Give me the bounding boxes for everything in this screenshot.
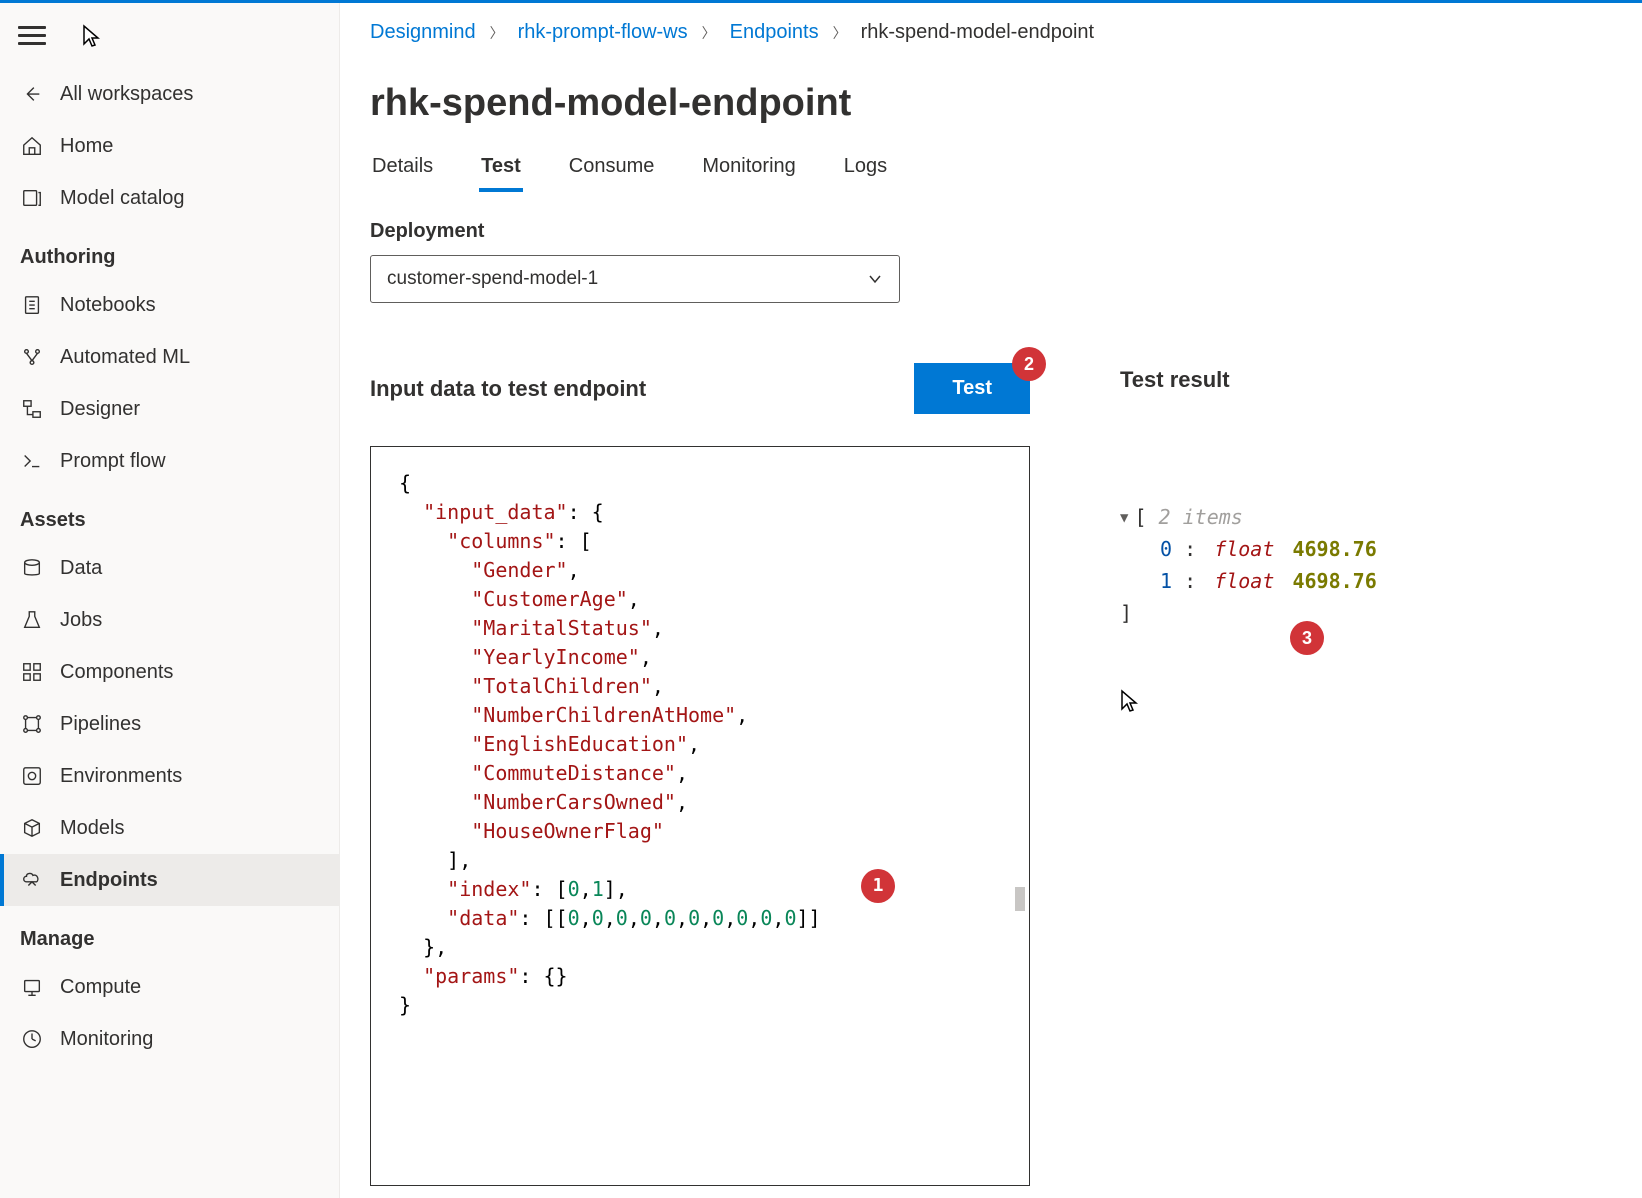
sidebar-jobs[interactable]: Jobs [0, 594, 339, 646]
cursor-icon [82, 24, 100, 48]
environments-icon [20, 764, 44, 788]
result-tree: ▼[ 2 items 0 : float 4698.76 1 : float 4… [1120, 501, 1642, 629]
chevron-down-icon [867, 271, 883, 287]
label: Components [60, 661, 173, 684]
sidebar-designer[interactable]: Designer [0, 383, 339, 435]
sidebar-prompt-flow[interactable]: Prompt flow [0, 435, 339, 487]
tabs: Details Test Consume Monitoring Logs [370, 147, 1642, 192]
sidebar-models[interactable]: Models [0, 802, 339, 854]
breadcrumb-link[interactable]: Designmind [370, 21, 476, 44]
sidebar-pipelines[interactable]: Pipelines [0, 698, 339, 750]
notebook-icon [20, 293, 44, 317]
label: Compute [60, 976, 141, 999]
hamburger-menu-icon[interactable] [18, 21, 46, 50]
breadcrumb-link[interactable]: rhk-prompt-flow-ws [518, 21, 688, 44]
sidebar-notebooks[interactable]: Notebooks [0, 279, 339, 331]
sidebar-components[interactable]: Components [0, 646, 339, 698]
deployment-select[interactable]: customer-spend-model-1 [370, 255, 900, 303]
sidebar-compute[interactable]: Compute [0, 961, 339, 1013]
sidebar-section-authoring: Authoring [0, 224, 339, 279]
label: Prompt flow [60, 450, 166, 473]
cursor-icon [1120, 689, 1138, 713]
sidebar-automated-ml[interactable]: Automated ML [0, 331, 339, 383]
breadcrumb: Designmind 〉 rhk-prompt-flow-ws 〉 Endpoi… [370, 3, 1642, 54]
catalog-icon [20, 186, 44, 210]
tab-test[interactable]: Test [479, 147, 523, 192]
annotation-badge-2: 2 [1012, 347, 1046, 381]
sidebar-section-manage: Manage [0, 906, 339, 961]
home-icon [20, 134, 44, 158]
caret-down-icon[interactable]: ▼ [1120, 510, 1128, 526]
sidebar-section-assets: Assets [0, 487, 339, 542]
back-arrow-icon [20, 82, 44, 106]
monitoring-icon [20, 1027, 44, 1051]
components-icon [20, 660, 44, 684]
sidebar-endpoints[interactable]: Endpoints [0, 854, 339, 906]
label: Notebooks [60, 294, 156, 317]
sidebar-environments[interactable]: Environments [0, 750, 339, 802]
models-icon [20, 816, 44, 840]
chevron-right-icon: 〉 [702, 23, 716, 43]
breadcrumb-current: rhk-spend-model-endpoint [861, 21, 1094, 44]
label: Automated ML [60, 346, 190, 369]
label: Designer [60, 398, 140, 421]
label: Model catalog [60, 187, 185, 210]
sidebar-data[interactable]: Data [0, 542, 339, 594]
sidebar-model-catalog[interactable]: Model catalog [0, 172, 339, 224]
tab-monitoring[interactable]: Monitoring [700, 147, 797, 192]
data-icon [20, 556, 44, 580]
label: Models [60, 817, 124, 840]
label: Environments [60, 765, 182, 788]
chevron-right-icon: 〉 [833, 23, 847, 43]
chevron-right-icon: 〉 [490, 23, 504, 43]
designer-icon [20, 397, 44, 421]
prompt-flow-icon [20, 449, 44, 473]
label: Monitoring [60, 1028, 153, 1051]
pipelines-icon [20, 712, 44, 736]
label: Home [60, 135, 113, 158]
result-item: 1 : float 4698.76 [1120, 565, 1642, 597]
label: Endpoints [60, 869, 158, 892]
endpoints-icon [20, 868, 44, 892]
deployment-value: customer-spend-model-1 [387, 268, 598, 290]
automl-icon [20, 345, 44, 369]
jobs-icon [20, 608, 44, 632]
breadcrumb-link[interactable]: Endpoints [730, 21, 819, 44]
input-section-title: Input data to test endpoint [370, 376, 646, 402]
tab-details[interactable]: Details [370, 147, 435, 192]
sidebar-all-workspaces[interactable]: All workspaces [0, 68, 339, 120]
tab-consume[interactable]: Consume [567, 147, 657, 192]
label: Jobs [60, 609, 102, 632]
compute-icon [20, 975, 44, 999]
result-title: Test result [1120, 367, 1642, 393]
label: Data [60, 557, 102, 580]
sidebar: All workspaces Home Model catalog Author… [0, 3, 340, 1198]
main-content: Designmind 〉 rhk-prompt-flow-ws 〉 Endpoi… [340, 3, 1642, 1198]
sidebar-monitoring[interactable]: Monitoring [0, 1013, 339, 1065]
label: Pipelines [60, 713, 141, 736]
items-count: 2 items [1159, 505, 1243, 529]
annotation-badge-1: 1 [861, 869, 895, 903]
result-item: 0 : float 4698.76 [1120, 533, 1642, 565]
page-title: rhk-spend-model-endpoint [370, 54, 1642, 147]
scrollbar-thumb[interactable] [1015, 887, 1025, 911]
input-json-editor[interactable]: { "input_data": { "columns": [ "Gender",… [370, 446, 1030, 1186]
tab-logs[interactable]: Logs [842, 147, 889, 192]
annotation-badge-3: 3 [1290, 621, 1324, 655]
deployment-label: Deployment [370, 220, 1642, 243]
test-button-label: Test [952, 377, 992, 399]
sidebar-home[interactable]: Home [0, 120, 339, 172]
label: All workspaces [60, 83, 193, 106]
test-button[interactable]: Test 2 [914, 363, 1030, 414]
